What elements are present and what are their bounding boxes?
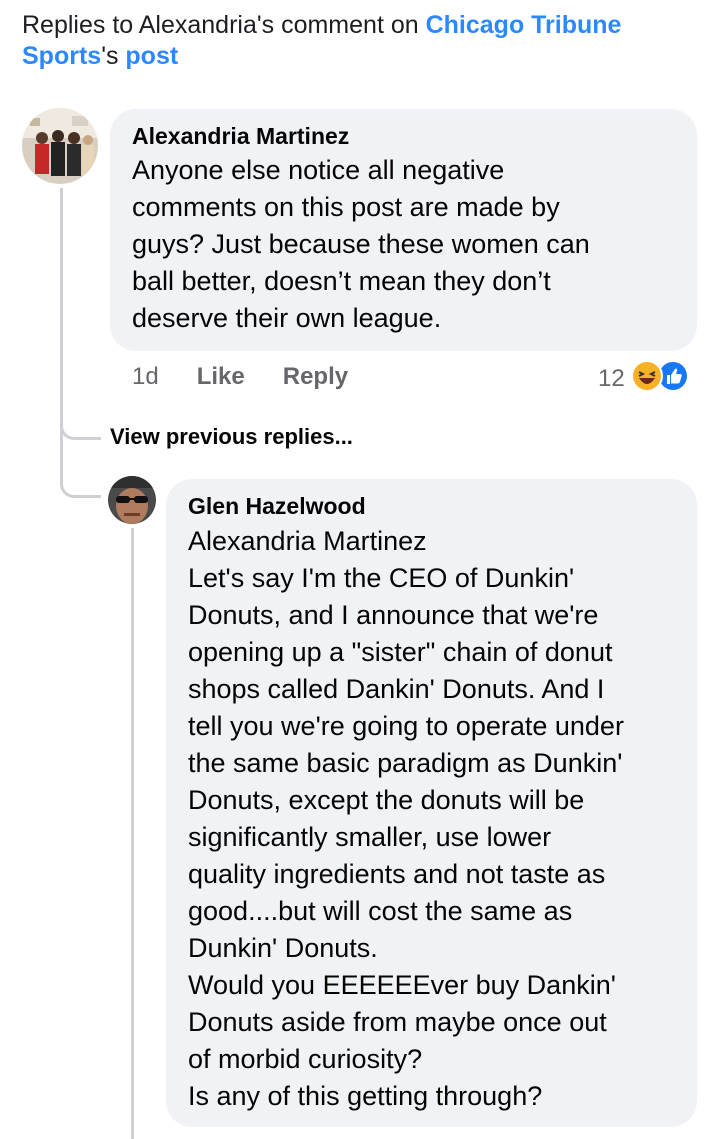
reply-bubble: Glen Hazelwood Alexandria Martinez Let's…	[166, 479, 697, 1127]
post-link[interactable]: post	[125, 42, 178, 70]
replies-header: Replies to Alexandria's comment on Chica…	[22, 10, 702, 72]
haha-icon	[630, 359, 663, 399]
comment-actions: 1d Like Reply	[132, 363, 348, 391]
avatar-alexandria[interactable]	[22, 108, 98, 184]
comment-text: Anyone else notice all negative comments…	[132, 155, 590, 333]
comment-time[interactable]: 1d	[132, 363, 159, 391]
thread-line-branch-reply	[60, 436, 101, 498]
reply-text: Let's say I'm the CEO of Dunkin' Donuts,…	[188, 563, 624, 1111]
reply-author[interactable]: Glen Hazelwood	[188, 491, 677, 521]
reply-mention[interactable]: Alexandria Martinez	[188, 523, 677, 560]
comment-bubble: Alexandria Martinez Anyone else notice a…	[110, 109, 697, 351]
avatar-glen[interactable]	[108, 476, 156, 524]
like-button[interactable]: Like	[197, 363, 245, 391]
comment-author[interactable]: Alexandria Martinez	[132, 121, 677, 151]
thread-line-reply	[131, 528, 134, 1139]
thread-line-main	[60, 188, 63, 438]
view-previous-replies-link[interactable]: View previous replies...	[110, 424, 353, 450]
reaction-count: 12	[598, 365, 625, 392]
reaction-summary[interactable]: 12	[598, 359, 689, 399]
header-possessive: 's	[101, 42, 126, 70]
reply-button[interactable]: Reply	[283, 363, 348, 391]
header-prefix: Replies to Alexandria's comment on	[22, 11, 426, 39]
